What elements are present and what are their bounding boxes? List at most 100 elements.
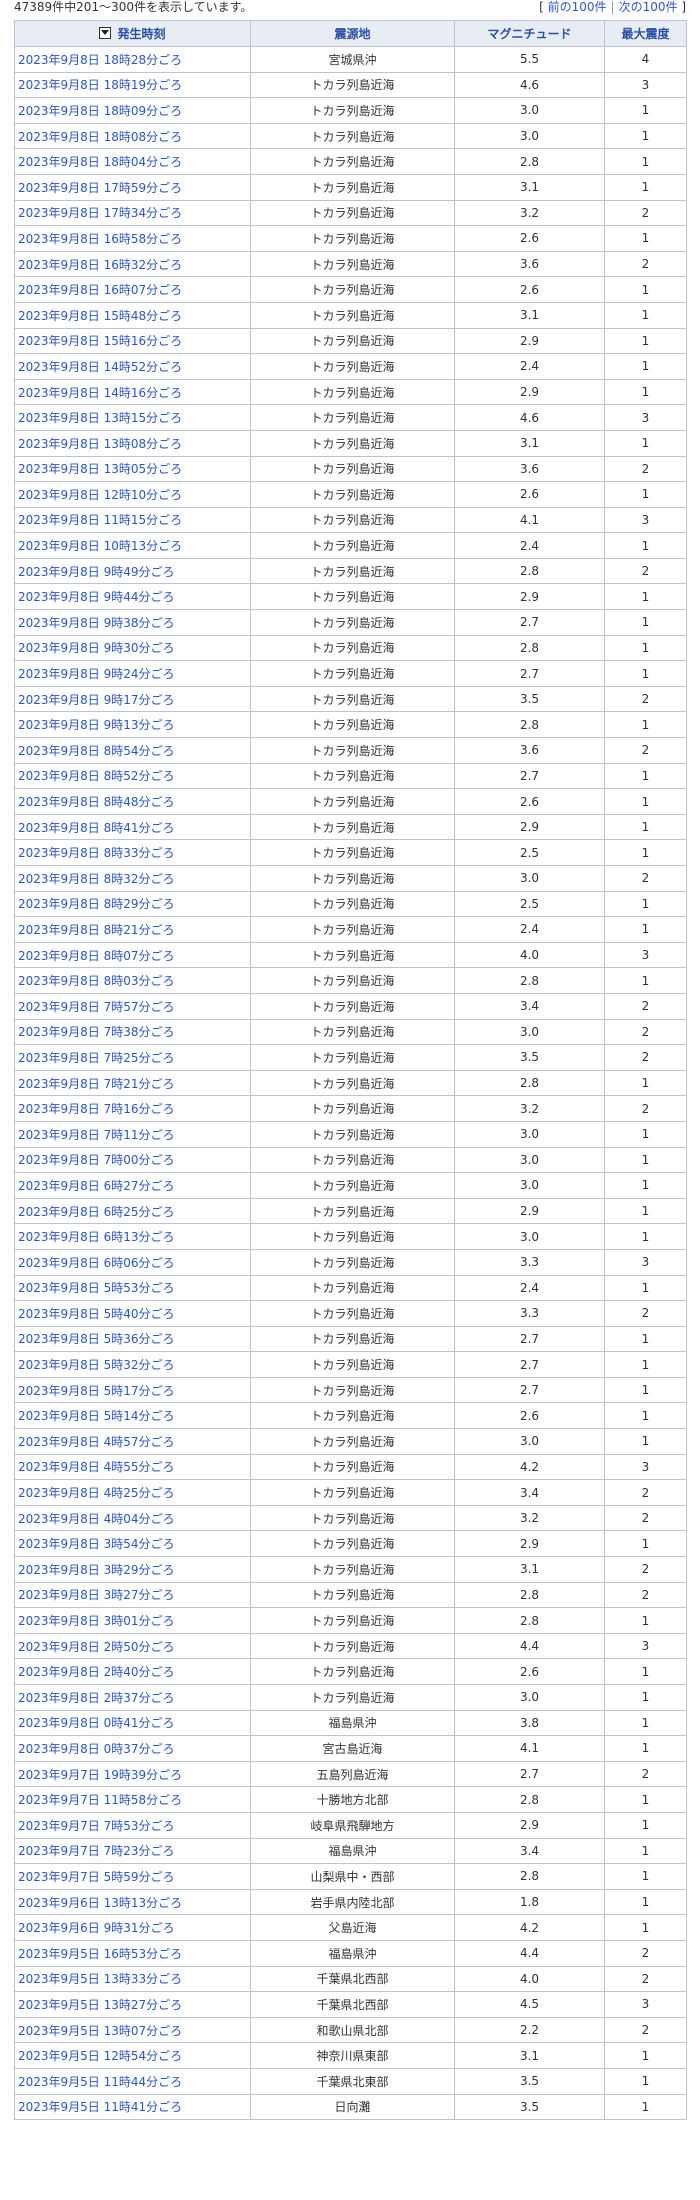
cell-time[interactable]: 2023年9月6日 9時31分ごろ — [14, 1914, 251, 1941]
event-time-link[interactable]: 2023年9月8日 8時03分ごろ — [18, 974, 175, 988]
cell-time[interactable]: 2023年9月8日 16時58分ごろ — [14, 225, 251, 252]
event-time-link[interactable]: 2023年9月5日 16時53分ごろ — [18, 1947, 182, 1961]
event-time-link[interactable]: 2023年9月8日 9時44分ごろ — [18, 590, 175, 604]
cell-time[interactable]: 2023年9月8日 9時30分ごろ — [14, 634, 251, 662]
event-time-link[interactable]: 2023年9月7日 11時58分ごろ — [18, 1793, 182, 1807]
cell-time[interactable]: 2023年9月8日 7時00分ごろ — [14, 1146, 251, 1174]
cell-time[interactable]: 2023年9月8日 9時38分ごろ — [14, 609, 251, 636]
event-time-link[interactable]: 2023年9月5日 12時54分ごろ — [18, 2049, 182, 2063]
event-time-link[interactable]: 2023年9月8日 2時37分ごろ — [18, 1691, 175, 1705]
event-time-link[interactable]: 2023年9月8日 4時57分ごろ — [18, 1435, 175, 1449]
cell-time[interactable]: 2023年9月5日 16時53分ごろ — [14, 1939, 251, 1967]
event-time-link[interactable]: 2023年9月8日 2時40分ごろ — [18, 1665, 175, 1679]
sort-desc-icon[interactable] — [99, 27, 112, 39]
event-time-link[interactable]: 2023年9月8日 9時49分ごろ — [18, 565, 175, 579]
column-header-intensity[interactable]: 最大震度 — [604, 20, 687, 47]
event-time-link[interactable]: 2023年9月8日 6時06分ごろ — [18, 1256, 175, 1270]
event-time-link[interactable]: 2023年9月8日 9時30分ごろ — [18, 641, 175, 655]
cell-time[interactable]: 2023年9月8日 7時16分ごろ — [14, 1095, 251, 1122]
column-header-place[interactable]: 震源地 — [250, 20, 455, 47]
event-time-link[interactable]: 2023年9月7日 7時53分ごろ — [18, 1819, 175, 1833]
cell-time[interactable]: 2023年9月8日 5時40分ごろ — [14, 1300, 251, 1327]
cell-time[interactable]: 2023年9月8日 13時15分ごろ — [14, 404, 251, 431]
event-time-link[interactable]: 2023年9月8日 4時04分ごろ — [18, 1512, 175, 1526]
event-time-link[interactable]: 2023年9月8日 8時41分ごろ — [18, 821, 175, 835]
cell-time[interactable]: 2023年9月8日 4時55分ごろ — [14, 1453, 251, 1481]
cell-time[interactable]: 2023年9月8日 16時07分ごろ — [14, 276, 251, 303]
cell-time[interactable]: 2023年9月8日 18時04分ごろ — [14, 148, 251, 175]
cell-time[interactable]: 2023年9月8日 10時13分ごろ — [14, 532, 251, 559]
cell-time[interactable]: 2023年9月8日 6時27分ごろ — [14, 1172, 251, 1199]
cell-time[interactable]: 2023年9月8日 2時40分ごろ — [14, 1658, 251, 1685]
cell-time[interactable]: 2023年9月8日 8時48分ごろ — [14, 788, 251, 815]
cell-time[interactable]: 2023年9月5日 13時07分ごろ — [14, 2016, 251, 2044]
cell-time[interactable]: 2023年9月8日 7時25分ごろ — [14, 1044, 251, 1071]
cell-time[interactable]: 2023年9月8日 3時01分ごろ — [14, 1607, 251, 1634]
event-time-link[interactable]: 2023年9月8日 6時27分ごろ — [18, 1179, 175, 1193]
event-time-link[interactable]: 2023年9月8日 5時53分ごろ — [18, 1281, 175, 1295]
cell-time[interactable]: 2023年9月8日 3時27分ごろ — [14, 1581, 251, 1609]
event-time-link[interactable]: 2023年9月8日 8時21分ごろ — [18, 923, 175, 937]
event-time-link[interactable]: 2023年9月8日 7時38分ごろ — [18, 1025, 175, 1039]
event-time-link[interactable]: 2023年9月8日 3時01分ごろ — [18, 1614, 175, 1628]
cell-time[interactable]: 2023年9月8日 14時16分ごろ — [14, 378, 251, 406]
event-time-link[interactable]: 2023年9月8日 13時05分ごろ — [18, 462, 182, 476]
event-time-link[interactable]: 2023年9月8日 5時32分ごろ — [18, 1358, 175, 1372]
cell-time[interactable]: 2023年9月8日 6時25分ごろ — [14, 1197, 251, 1225]
event-time-link[interactable]: 2023年9月8日 16時32分ごろ — [18, 258, 182, 272]
cell-time[interactable]: 2023年9月5日 11時41分ごろ — [14, 2093, 251, 2121]
event-time-link[interactable]: 2023年9月7日 7時23分ごろ — [18, 1844, 175, 1858]
cell-time[interactable]: 2023年9月7日 19時39分ごろ — [14, 1760, 251, 1788]
cell-time[interactable]: 2023年9月7日 11時58分ごろ — [14, 1786, 251, 1813]
cell-time[interactable]: 2023年9月8日 2時37分ごろ — [14, 1684, 251, 1711]
event-time-link[interactable]: 2023年9月8日 14時16分ごろ — [18, 386, 182, 400]
cell-time[interactable]: 2023年9月8日 9時24分ごろ — [14, 660, 251, 687]
event-time-link[interactable]: 2023年9月8日 18時04分ごろ — [18, 155, 182, 169]
cell-time[interactable]: 2023年9月8日 7時38分ごろ — [14, 1018, 251, 1046]
event-time-link[interactable]: 2023年9月7日 19時39分ごろ — [18, 1768, 182, 1782]
cell-time[interactable]: 2023年9月8日 14時52分ごろ — [14, 353, 251, 380]
event-time-link[interactable]: 2023年9月8日 9時38分ごろ — [18, 616, 175, 630]
event-time-link[interactable]: 2023年9月8日 16時58分ごろ — [18, 232, 182, 246]
event-time-link[interactable]: 2023年9月8日 14時52分ごろ — [18, 360, 182, 374]
cell-time[interactable]: 2023年9月8日 8時32分ごろ — [14, 865, 251, 892]
event-time-link[interactable]: 2023年9月8日 7時00分ごろ — [18, 1153, 175, 1167]
event-time-link[interactable]: 2023年9月8日 9時24分ごろ — [18, 667, 175, 681]
event-time-link[interactable]: 2023年9月5日 13時07分ごろ — [18, 2024, 182, 2038]
event-time-link[interactable]: 2023年9月8日 4時25分ごろ — [18, 1486, 175, 1500]
cell-time[interactable]: 2023年9月8日 5時53分ごろ — [14, 1274, 251, 1302]
event-time-link[interactable]: 2023年9月8日 0時37分ごろ — [18, 1742, 175, 1756]
cell-time[interactable]: 2023年9月8日 9時49分ごろ — [14, 557, 251, 585]
event-time-link[interactable]: 2023年9月8日 9時13分ごろ — [18, 718, 175, 732]
event-time-link[interactable]: 2023年9月8日 5時14分ごろ — [18, 1409, 175, 1423]
prev-page-link[interactable]: 前の100件 — [548, 0, 607, 14]
cell-time[interactable]: 2023年9月8日 7時11分ごろ — [14, 1120, 251, 1148]
cell-time[interactable]: 2023年9月5日 12時54分ごろ — [14, 2042, 251, 2069]
cell-time[interactable]: 2023年9月8日 5時14分ごろ — [14, 1402, 251, 1430]
cell-time[interactable]: 2023年9月8日 6時06分ごろ — [14, 1248, 251, 1276]
event-time-link[interactable]: 2023年9月8日 2時50分ごろ — [18, 1640, 175, 1654]
event-time-link[interactable]: 2023年9月8日 4時55分ごろ — [18, 1460, 175, 1474]
event-time-link[interactable]: 2023年9月8日 8時54分ごろ — [18, 744, 175, 758]
cell-time[interactable]: 2023年9月8日 17時59分ごろ — [14, 173, 251, 201]
cell-time[interactable]: 2023年9月8日 13時05分ごろ — [14, 455, 251, 483]
cell-time[interactable]: 2023年9月8日 8時54分ごろ — [14, 737, 251, 764]
event-time-link[interactable]: 2023年9月8日 17時34分ごろ — [18, 206, 182, 220]
event-time-link[interactable]: 2023年9月5日 13時27分ごろ — [18, 1998, 182, 2012]
cell-time[interactable]: 2023年9月8日 3時29分ごろ — [14, 1556, 251, 1583]
event-time-link[interactable]: 2023年9月8日 7時11分ごろ — [18, 1128, 175, 1142]
event-time-link[interactable]: 2023年9月8日 15時48分ごろ — [18, 309, 182, 323]
cell-time[interactable]: 2023年9月8日 15時48分ごろ — [14, 301, 251, 329]
cell-time[interactable]: 2023年9月8日 16時32分ごろ — [14, 250, 251, 278]
event-time-link[interactable]: 2023年9月8日 15時16分ごろ — [18, 334, 182, 348]
cell-time[interactable]: 2023年9月8日 7時21分ごろ — [14, 1069, 251, 1097]
cell-time[interactable]: 2023年9月8日 8時52分ごろ — [14, 762, 251, 790]
event-time-link[interactable]: 2023年9月8日 7時25分ごろ — [18, 1051, 175, 1065]
cell-time[interactable]: 2023年9月8日 11時15分ごろ — [14, 506, 251, 534]
event-time-link[interactable]: 2023年9月8日 6時25分ごろ — [18, 1205, 175, 1219]
event-time-link[interactable]: 2023年9月6日 13時13分ごろ — [18, 1896, 182, 1910]
event-time-link[interactable]: 2023年9月8日 18時09分ごろ — [18, 104, 182, 118]
cell-time[interactable]: 2023年9月8日 15時16分ごろ — [14, 327, 251, 355]
cell-time[interactable]: 2023年9月8日 9時13分ごろ — [14, 711, 251, 739]
column-header-magnitude[interactable]: マグニチュード — [454, 20, 605, 47]
